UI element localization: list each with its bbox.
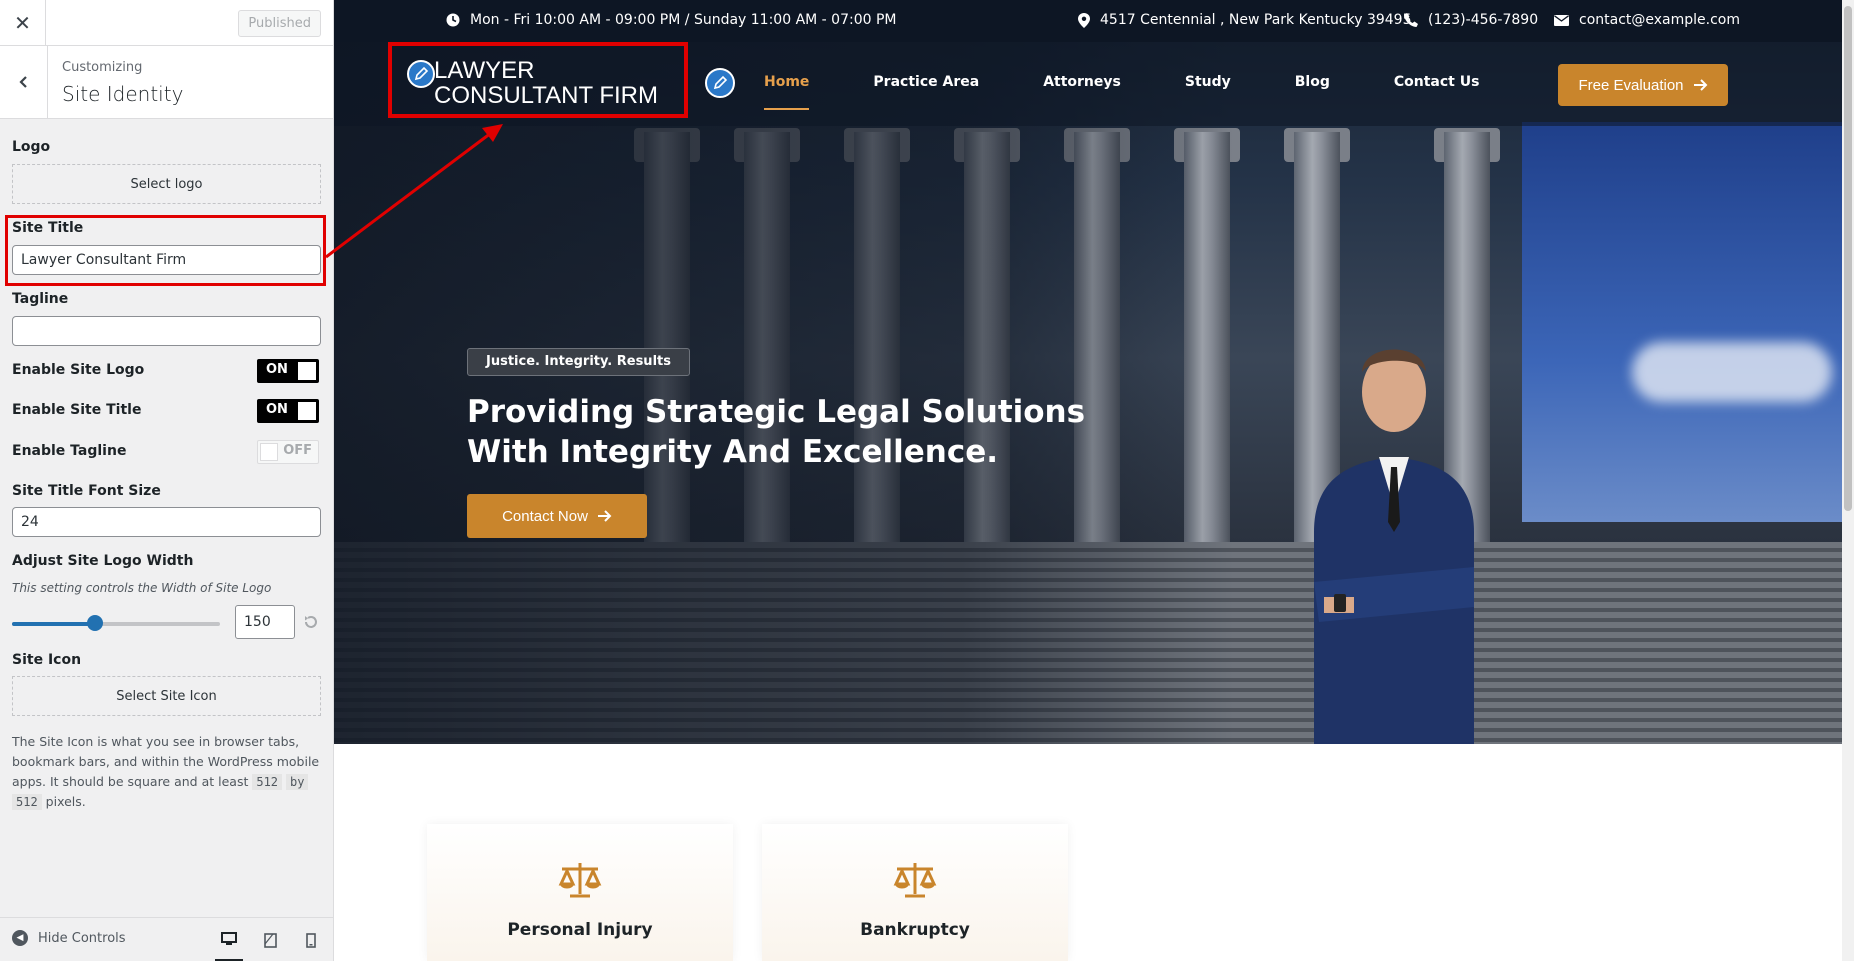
enable-tagline-toggle[interactable]: OFF — [257, 440, 319, 464]
free-evaluation-button[interactable]: Free Evaluation — [1558, 64, 1728, 106]
nav-attorneys[interactable]: Attorneys — [1043, 74, 1121, 104]
section-header: Customizing Site Identity — [0, 46, 333, 119]
pencil-icon[interactable] — [705, 68, 735, 98]
hero-badge: Justice. Integrity. Results — [467, 348, 690, 376]
scrollbar-thumb[interactable] — [1844, 6, 1852, 511]
arrow-right-icon — [597, 510, 612, 522]
back-icon[interactable] — [0, 46, 48, 118]
address-item: 4517 Centennial , New Park Kentucky 3949… — [1078, 12, 1412, 28]
customizer-header: ✕ Published — [0, 0, 333, 46]
phone-text: (123)-456-7890 — [1428, 12, 1539, 28]
slider-handle[interactable] — [87, 615, 104, 631]
site-title[interactable]: LAWYER CONSULTANT FIRM — [434, 58, 684, 108]
mobile-preview-icon[interactable] — [297, 928, 325, 952]
lawyer-portrait-image — [1314, 349, 1474, 744]
sky-background — [1522, 122, 1842, 522]
select-site-icon-button[interactable]: Select Site Icon — [12, 676, 321, 716]
site-icon-description: The Site Icon is what you see in browser… — [12, 732, 324, 812]
free-evaluation-label: Free Evaluation — [1578, 76, 1684, 94]
hero-heading: Providing Strategic Legal Solutions With… — [467, 394, 1086, 470]
site-preview: Mon - Fri 10:00 AM - 09:00 PM / Sunday 1… — [334, 0, 1842, 961]
hide-controls-label: Hide Controls — [38, 930, 126, 946]
nav-blog[interactable]: Blog — [1295, 74, 1330, 104]
nav-home[interactable]: Home — [764, 74, 810, 110]
toggle-state: ON — [266, 402, 288, 417]
collapse-icon: ◀ — [12, 930, 28, 946]
enable-site-title-label: Enable Site Title — [12, 402, 142, 418]
email-text: contact@example.com — [1579, 12, 1740, 28]
logo-width-input[interactable]: 150 — [235, 605, 295, 639]
hours-text: Mon - Fri 10:00 AM - 09:00 PM / Sunday 1… — [470, 12, 897, 28]
contact-now-button[interactable]: Contact Now — [467, 494, 647, 538]
service-title: Bankruptcy — [860, 920, 970, 940]
hide-controls-button[interactable]: ◀ Hide Controls — [12, 930, 126, 946]
customizer-sidebar: ✕ Published Customizing Site Identity Lo… — [0, 0, 334, 961]
toggle-state: OFF — [283, 443, 312, 458]
code-by: by — [286, 774, 309, 790]
code-size: 512 — [252, 774, 283, 790]
hero-section: Justice. Integrity. Results Providing St… — [334, 42, 1842, 744]
customizer-footer: ◀ Hide Controls — [0, 917, 333, 961]
logo-width-slider[interactable] — [12, 622, 220, 626]
section-title: Site Identity — [62, 82, 184, 106]
scales-icon — [893, 863, 937, 898]
nav-contact-us[interactable]: Contact Us — [1394, 74, 1480, 104]
logo-width-description: This setting controls the Width of Site … — [12, 581, 272, 595]
nav-study[interactable]: Study — [1185, 74, 1231, 104]
phone-item[interactable]: (123)-456-7890 — [1404, 12, 1538, 28]
logo-width-label: Adjust Site Logo Width — [12, 553, 194, 569]
close-icon[interactable]: ✕ — [0, 0, 46, 46]
hours-item: Mon - Fri 10:00 AM - 09:00 PM / Sunday 1… — [446, 12, 897, 28]
tagline-input[interactable] — [12, 316, 321, 346]
main-navigation: Home Practice Area Attorneys Study Blog … — [764, 74, 1543, 110]
service-card[interactable]: Personal Injury — [427, 824, 733, 961]
email-item[interactable]: contact@example.com — [1554, 12, 1740, 28]
enable-site-title-toggle[interactable]: ON — [257, 399, 319, 423]
top-info-bar: Mon - Fri 10:00 AM - 09:00 PM / Sunday 1… — [334, 0, 1842, 42]
cloud-image — [1632, 342, 1832, 402]
select-logo-button[interactable]: Select logo — [12, 164, 321, 204]
toggle-state: ON — [266, 362, 288, 377]
logo-label: Logo — [12, 139, 51, 155]
desc-text: pixels. — [45, 794, 86, 809]
arrow-right-icon — [1693, 79, 1707, 91]
envelope-icon — [1554, 14, 1569, 26]
address-text: 4517 Centennial , New Park Kentucky 3949… — [1100, 12, 1412, 28]
desktop-preview-icon[interactable] — [215, 928, 243, 961]
clock-icon — [446, 13, 460, 27]
map-pin-icon — [1078, 12, 1090, 28]
tagline-label: Tagline — [12, 291, 69, 307]
phone-icon — [1404, 13, 1418, 27]
enable-site-logo-label: Enable Site Logo — [12, 362, 145, 378]
site-icon-label: Site Icon — [12, 652, 82, 668]
site-title-font-size-label: Site Title Font Size — [12, 483, 161, 499]
service-title: Personal Injury — [507, 920, 653, 940]
code-size: 512 — [12, 794, 42, 810]
site-title-label: Site Title — [12, 220, 84, 236]
published-button[interactable]: Published — [238, 10, 321, 37]
site-branding-highlight: LAWYER CONSULTANT FIRM — [388, 42, 688, 118]
site-title-font-size-input[interactable] — [12, 507, 321, 537]
enable-site-logo-toggle[interactable]: ON — [257, 359, 319, 383]
page-scrollbar[interactable] — [1842, 0, 1854, 961]
service-card[interactable]: Bankruptcy — [762, 824, 1068, 961]
reset-icon[interactable] — [303, 614, 319, 634]
contact-now-label: Contact Now — [502, 507, 588, 525]
nav-practice-area[interactable]: Practice Area — [873, 74, 979, 104]
enable-tagline-label: Enable Tagline — [12, 443, 127, 459]
tablet-preview-icon[interactable] — [256, 928, 284, 952]
scales-icon — [558, 863, 602, 898]
breadcrumb: Customizing — [62, 60, 143, 75]
pencil-icon[interactable] — [407, 60, 435, 88]
site-title-input[interactable] — [12, 245, 321, 275]
